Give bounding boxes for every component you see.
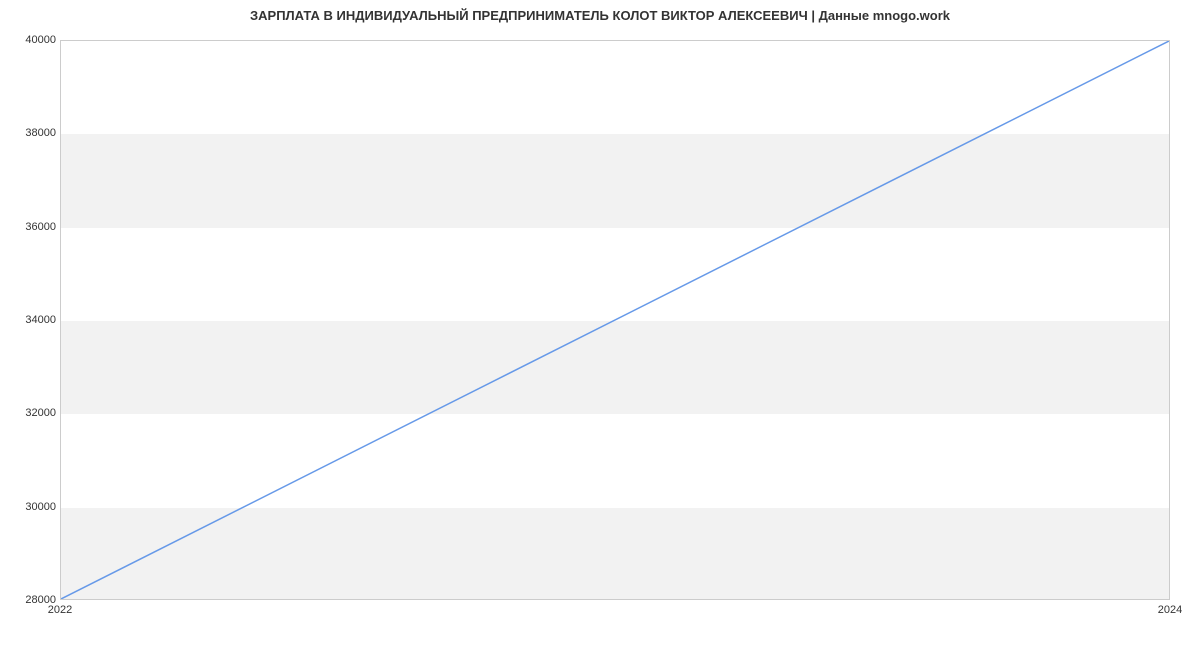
x-tick-label: 2024 — [1158, 604, 1182, 616]
series-line — [61, 41, 1169, 599]
y-tick-label: 34000 — [6, 314, 56, 326]
y-tick-label: 40000 — [6, 34, 56, 46]
y-tick-label: 36000 — [6, 221, 56, 233]
y-tick-label: 30000 — [6, 501, 56, 513]
x-tick-label: 2022 — [48, 604, 72, 616]
chart-title: ЗАРПЛАТА В ИНДИВИДУАЛЬНЫЙ ПРЕДПРИНИМАТЕЛ… — [0, 8, 1200, 23]
plot-area — [60, 40, 1170, 600]
chart-line-layer — [61, 41, 1169, 599]
y-tick-label: 32000 — [6, 407, 56, 419]
y-tick-label: 38000 — [6, 127, 56, 139]
chart-container: ЗАРПЛАТА В ИНДИВИДУАЛЬНЫЙ ПРЕДПРИНИМАТЕЛ… — [0, 0, 1200, 650]
